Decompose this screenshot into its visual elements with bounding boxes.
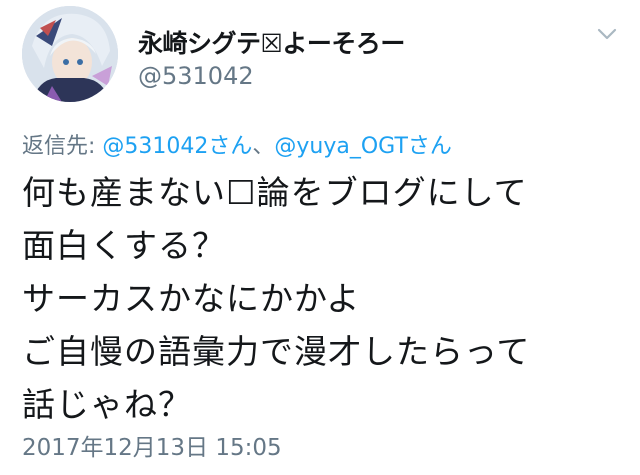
tweet-text: 何も産まない☐論をブログにして 面白くする？ サーカスかなにかかよ ご自慢の語彙… xyxy=(22,173,531,424)
chevron-down-icon[interactable] xyxy=(596,26,618,42)
reply-mention-link[interactable]: @531042さん xyxy=(102,134,252,159)
user-handle[interactable]: @531042 xyxy=(138,62,254,90)
tweet-timestamp[interactable]: 2017年12月13日 15:05 xyxy=(22,428,282,462)
display-name[interactable]: 永崎シグテ☒よーそろー xyxy=(138,24,405,60)
reply-to-line: 返信先: @531042さん、@yuya_OGTさん xyxy=(22,128,452,160)
reply-separator: 、 xyxy=(252,134,275,159)
user-avatar-icon[interactable] xyxy=(22,6,118,102)
reply-prefix: 返信先: xyxy=(22,134,103,159)
tweet-card: 永崎シグテ☒よーそろー @531042 返信先: @531042さん、@yuya… xyxy=(0,0,640,475)
reply-mention-link[interactable]: @yuya_OGTさん xyxy=(274,134,451,159)
